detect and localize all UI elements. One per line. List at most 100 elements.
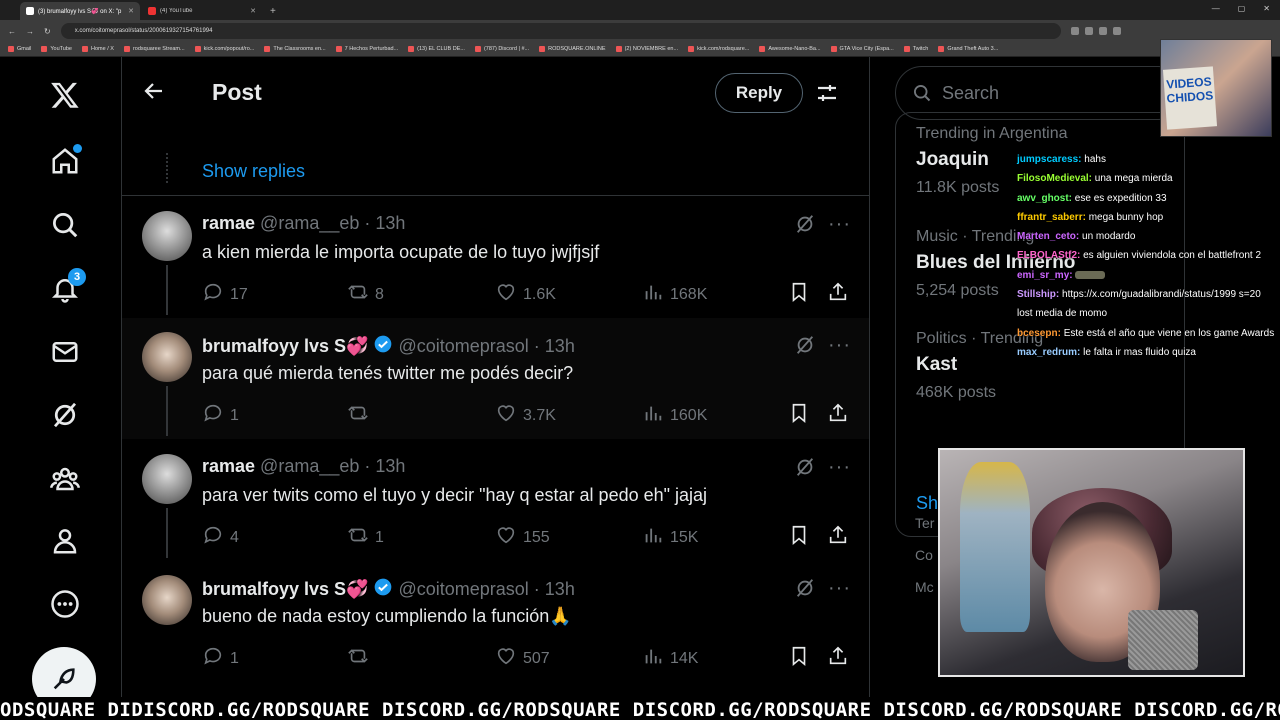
bookmark-item[interactable]: YouTube: [41, 46, 72, 52]
bookmark-item[interactable]: rodsquaree Stream...: [123, 46, 185, 52]
reply-action[interactable]: 4: [202, 524, 239, 551]
reply-tweet[interactable]: ramae @rama__eb · 13h ··· para ver twits com…: [122, 440, 869, 561]
bookmark-item[interactable]: (13) EL CLUB DE...: [408, 46, 465, 52]
display-name[interactable]: brumalfoyy lvs S💞: [202, 579, 368, 600]
reply-tweet[interactable]: brumalfoyy lvs S💞 @coitomeprasol · 13h ··· p…: [122, 318, 869, 439]
like-action[interactable]: 155: [495, 524, 550, 551]
url-input[interactable]: x.com/coitomeprasol/status/2000619327154…: [60, 23, 1061, 39]
display-name[interactable]: brumalfoyy lvs S💞: [202, 336, 368, 357]
bookmark-item[interactable]: Home / X: [82, 46, 114, 52]
browser-back-icon[interactable]: ←: [8, 27, 16, 36]
bookmark-item[interactable]: (2) NOVIEMBRE en...: [615, 46, 678, 52]
grok-icon[interactable]: [48, 398, 82, 432]
x-logo-icon[interactable]: [48, 78, 82, 112]
messages-envelope-icon[interactable]: [48, 335, 82, 369]
share-icon[interactable]: [827, 645, 849, 667]
avatar[interactable]: [142, 575, 192, 625]
notifications-bell-icon[interactable]: 3: [48, 268, 86, 306]
bookmark-icon[interactable]: [788, 281, 810, 303]
user-handle[interactable]: @rama__eb: [260, 456, 359, 477]
user-handle[interactable]: @coitomeprasol: [398, 336, 528, 357]
reply-action[interactable]: 1: [202, 402, 239, 429]
bookmark-item[interactable]: Gmail: [8, 46, 31, 52]
grok-explain-icon[interactable]: [794, 577, 816, 599]
more-options-icon[interactable]: ···: [828, 456, 851, 479]
bookmark-item[interactable]: Awesome-Nano-Ba...: [759, 46, 821, 52]
views-action[interactable]: 168K: [642, 281, 707, 308]
tweet-time[interactable]: · 13h: [534, 579, 575, 600]
views-action[interactable]: 14K: [642, 645, 698, 672]
bookmark-item[interactable]: Grand Theft Auto 3...: [938, 46, 998, 52]
reply-tweet[interactable]: ramae @rama__eb · 13h ··· a kien mierda le i…: [122, 197, 869, 318]
like-action[interactable]: 3.7K: [495, 402, 556, 429]
tweet-time[interactable]: · 13h: [534, 336, 575, 357]
more-options-icon[interactable]: ···: [828, 334, 851, 357]
repost-action[interactable]: [347, 645, 375, 672]
bookmark-icon[interactable]: [788, 402, 810, 424]
like-action[interactable]: 1.6K: [495, 281, 556, 308]
like-action[interactable]: 507: [495, 645, 550, 672]
reply-button[interactable]: Reply: [715, 73, 803, 113]
bookmark-item[interactable]: 7 Hechos Perturbad...: [335, 46, 398, 52]
profile-icon[interactable]: [48, 524, 82, 558]
reply-action[interactable]: 1: [202, 645, 239, 672]
display-name[interactable]: ramae: [202, 213, 255, 234]
more-options-icon[interactable]: ···: [828, 577, 851, 600]
grok-explain-icon[interactable]: [794, 213, 816, 235]
views-action[interactable]: 15K: [642, 524, 698, 551]
tab-close-icon[interactable]: ✕: [128, 7, 134, 15]
grok-explain-icon[interactable]: [794, 456, 816, 478]
communities-icon[interactable]: [48, 462, 82, 496]
bookmark-item[interactable]: kick.com/popout/ro...: [194, 46, 254, 52]
views-action[interactable]: 160K: [642, 402, 707, 429]
footer-link[interactable]: Ter: [915, 507, 934, 539]
back-arrow-icon[interactable]: [142, 79, 166, 103]
display-name[interactable]: ramae: [202, 456, 255, 477]
browser-tab-x[interactable]: (3) brumalfoyy lvs S💞 on X: "p ✕: [20, 2, 140, 20]
bookmark-icon[interactable]: [788, 645, 810, 667]
filter-sliders-icon[interactable]: [815, 81, 839, 105]
user-handle[interactable]: @coitomeprasol: [398, 579, 528, 600]
more-options-icon[interactable]: ···: [828, 213, 851, 236]
share-icon[interactable]: [827, 281, 849, 303]
extension-icon[interactable]: [1112, 27, 1121, 35]
avatar[interactable]: [142, 332, 192, 382]
maximize-icon[interactable]: ▢: [1238, 4, 1246, 13]
browser-forward-icon[interactable]: →: [26, 27, 34, 36]
avatar[interactable]: [142, 211, 192, 261]
repost-action[interactable]: 8: [347, 281, 384, 308]
minimize-icon[interactable]: —: [1212, 4, 1220, 13]
bookmark-item[interactable]: The Classrooms en...: [264, 46, 326, 52]
bookmark-item[interactable]: (787) Discord | #...: [474, 46, 529, 52]
more-options-icon[interactable]: [48, 587, 82, 621]
explore-search-icon[interactable]: [48, 208, 82, 242]
reply-action[interactable]: 17: [202, 281, 248, 308]
share-icon[interactable]: [827, 524, 849, 546]
bookmark-item[interactable]: Twitch: [903, 46, 928, 52]
window-close-icon[interactable]: ✕: [1263, 4, 1270, 13]
tweet-time[interactable]: · 13h: [364, 456, 405, 477]
extension-icon[interactable]: [1070, 27, 1079, 35]
bookmark-item[interactable]: RODSQUARE.ONLINE: [539, 46, 606, 52]
avatar[interactable]: [142, 454, 192, 504]
reload-icon[interactable]: ↻: [44, 27, 51, 36]
footer-link[interactable]: Co: [915, 539, 934, 571]
bookmark-icon[interactable]: [788, 524, 810, 546]
grok-explain-icon[interactable]: [794, 334, 816, 356]
reply-tweet[interactable]: brumalfoyy lvs S💞 @coitomeprasol · 13h ··· b…: [122, 561, 869, 682]
extension-icon[interactable]: [1098, 27, 1107, 35]
share-icon[interactable]: [827, 402, 849, 424]
repost-action[interactable]: [347, 402, 375, 429]
tweet-time[interactable]: · 13h: [364, 213, 405, 234]
show-replies-link[interactable]: Show replies: [202, 161, 305, 182]
home-icon[interactable]: [48, 144, 82, 178]
bookmark-item[interactable]: GTA Vice City (Espa...: [830, 46, 894, 52]
new-tab-button[interactable]: +: [264, 6, 282, 20]
extension-icon[interactable]: [1084, 27, 1093, 35]
bookmark-item[interactable]: kick.com/rodsquare...: [688, 46, 749, 52]
user-handle[interactable]: @rama__eb: [260, 213, 359, 234]
browser-tab-youtube[interactable]: (4) YouTube ✕: [142, 2, 262, 20]
footer-link[interactable]: Mc: [915, 571, 934, 603]
tab-close-icon[interactable]: ✕: [250, 7, 256, 15]
repost-action[interactable]: 1: [347, 524, 384, 551]
